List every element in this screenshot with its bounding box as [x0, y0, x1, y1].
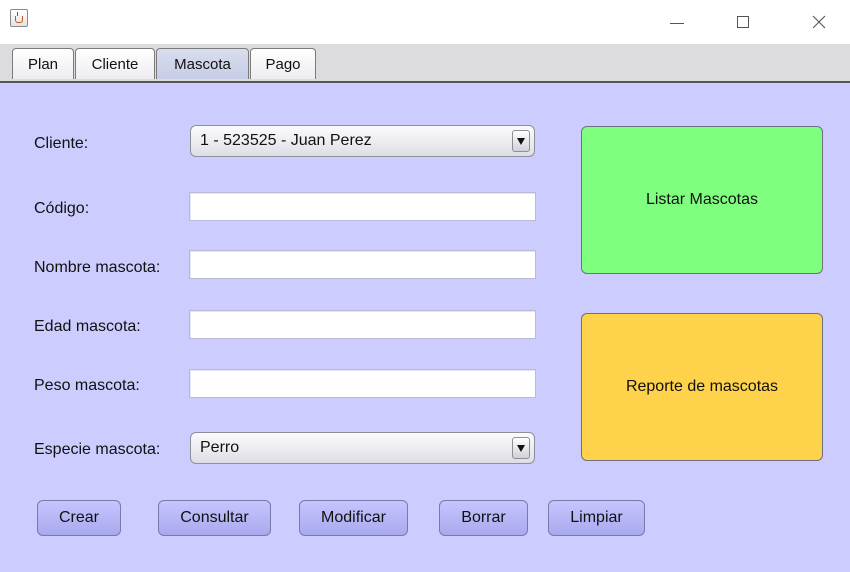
codigo-label: Código: [34, 200, 90, 217]
reporte-mascotas-button[interactable]: Reporte de mascotas [581, 313, 823, 461]
tab-plan[interactable]: Plan [12, 48, 74, 79]
minimize-button[interactable] [654, 0, 700, 44]
nombre-mascota-input[interactable] [189, 250, 536, 279]
limpiar-button[interactable]: Limpiar [548, 500, 645, 536]
close-icon [812, 15, 826, 29]
edad-mascota-input[interactable] [189, 310, 536, 339]
tab-strip: Plan Cliente Mascota Pago [0, 44, 850, 84]
peso-mascota-label: Peso mascota: [34, 377, 140, 394]
peso-mascota-input[interactable] [189, 369, 536, 398]
especie-select-value: Perro [200, 439, 240, 456]
cliente-select[interactable]: 1 - 523525 - Juan Perez [190, 125, 535, 157]
codigo-input[interactable] [189, 192, 536, 221]
especie-mascota-label: Especie mascota: [34, 441, 161, 458]
java-cup-icon [10, 9, 28, 27]
tab-pago[interactable]: Pago [250, 48, 316, 79]
tab-mascota[interactable]: Mascota [156, 48, 249, 79]
tab-cliente[interactable]: Cliente [75, 48, 155, 79]
maximize-button[interactable] [720, 0, 766, 44]
title-bar [0, 0, 850, 44]
chevron-down-icon[interactable] [512, 130, 530, 152]
edad-mascota-label: Edad mascota: [34, 318, 141, 335]
nombre-mascota-label: Nombre mascota: [34, 259, 161, 276]
cliente-label: Cliente: [34, 135, 89, 152]
consultar-button[interactable]: Consultar [158, 500, 271, 536]
borrar-button[interactable]: Borrar [439, 500, 528, 536]
listar-mascotas-button[interactable]: Listar Mascotas [581, 126, 823, 274]
cliente-select-value: 1 - 523525 - Juan Perez [200, 132, 372, 149]
chevron-down-icon[interactable] [512, 437, 530, 459]
maximize-icon [737, 16, 749, 28]
especie-select[interactable]: Perro [190, 432, 535, 464]
crear-button[interactable]: Crear [37, 500, 121, 536]
close-button[interactable] [796, 0, 842, 44]
minimize-icon [670, 22, 684, 24]
modificar-button[interactable]: Modificar [299, 500, 408, 536]
